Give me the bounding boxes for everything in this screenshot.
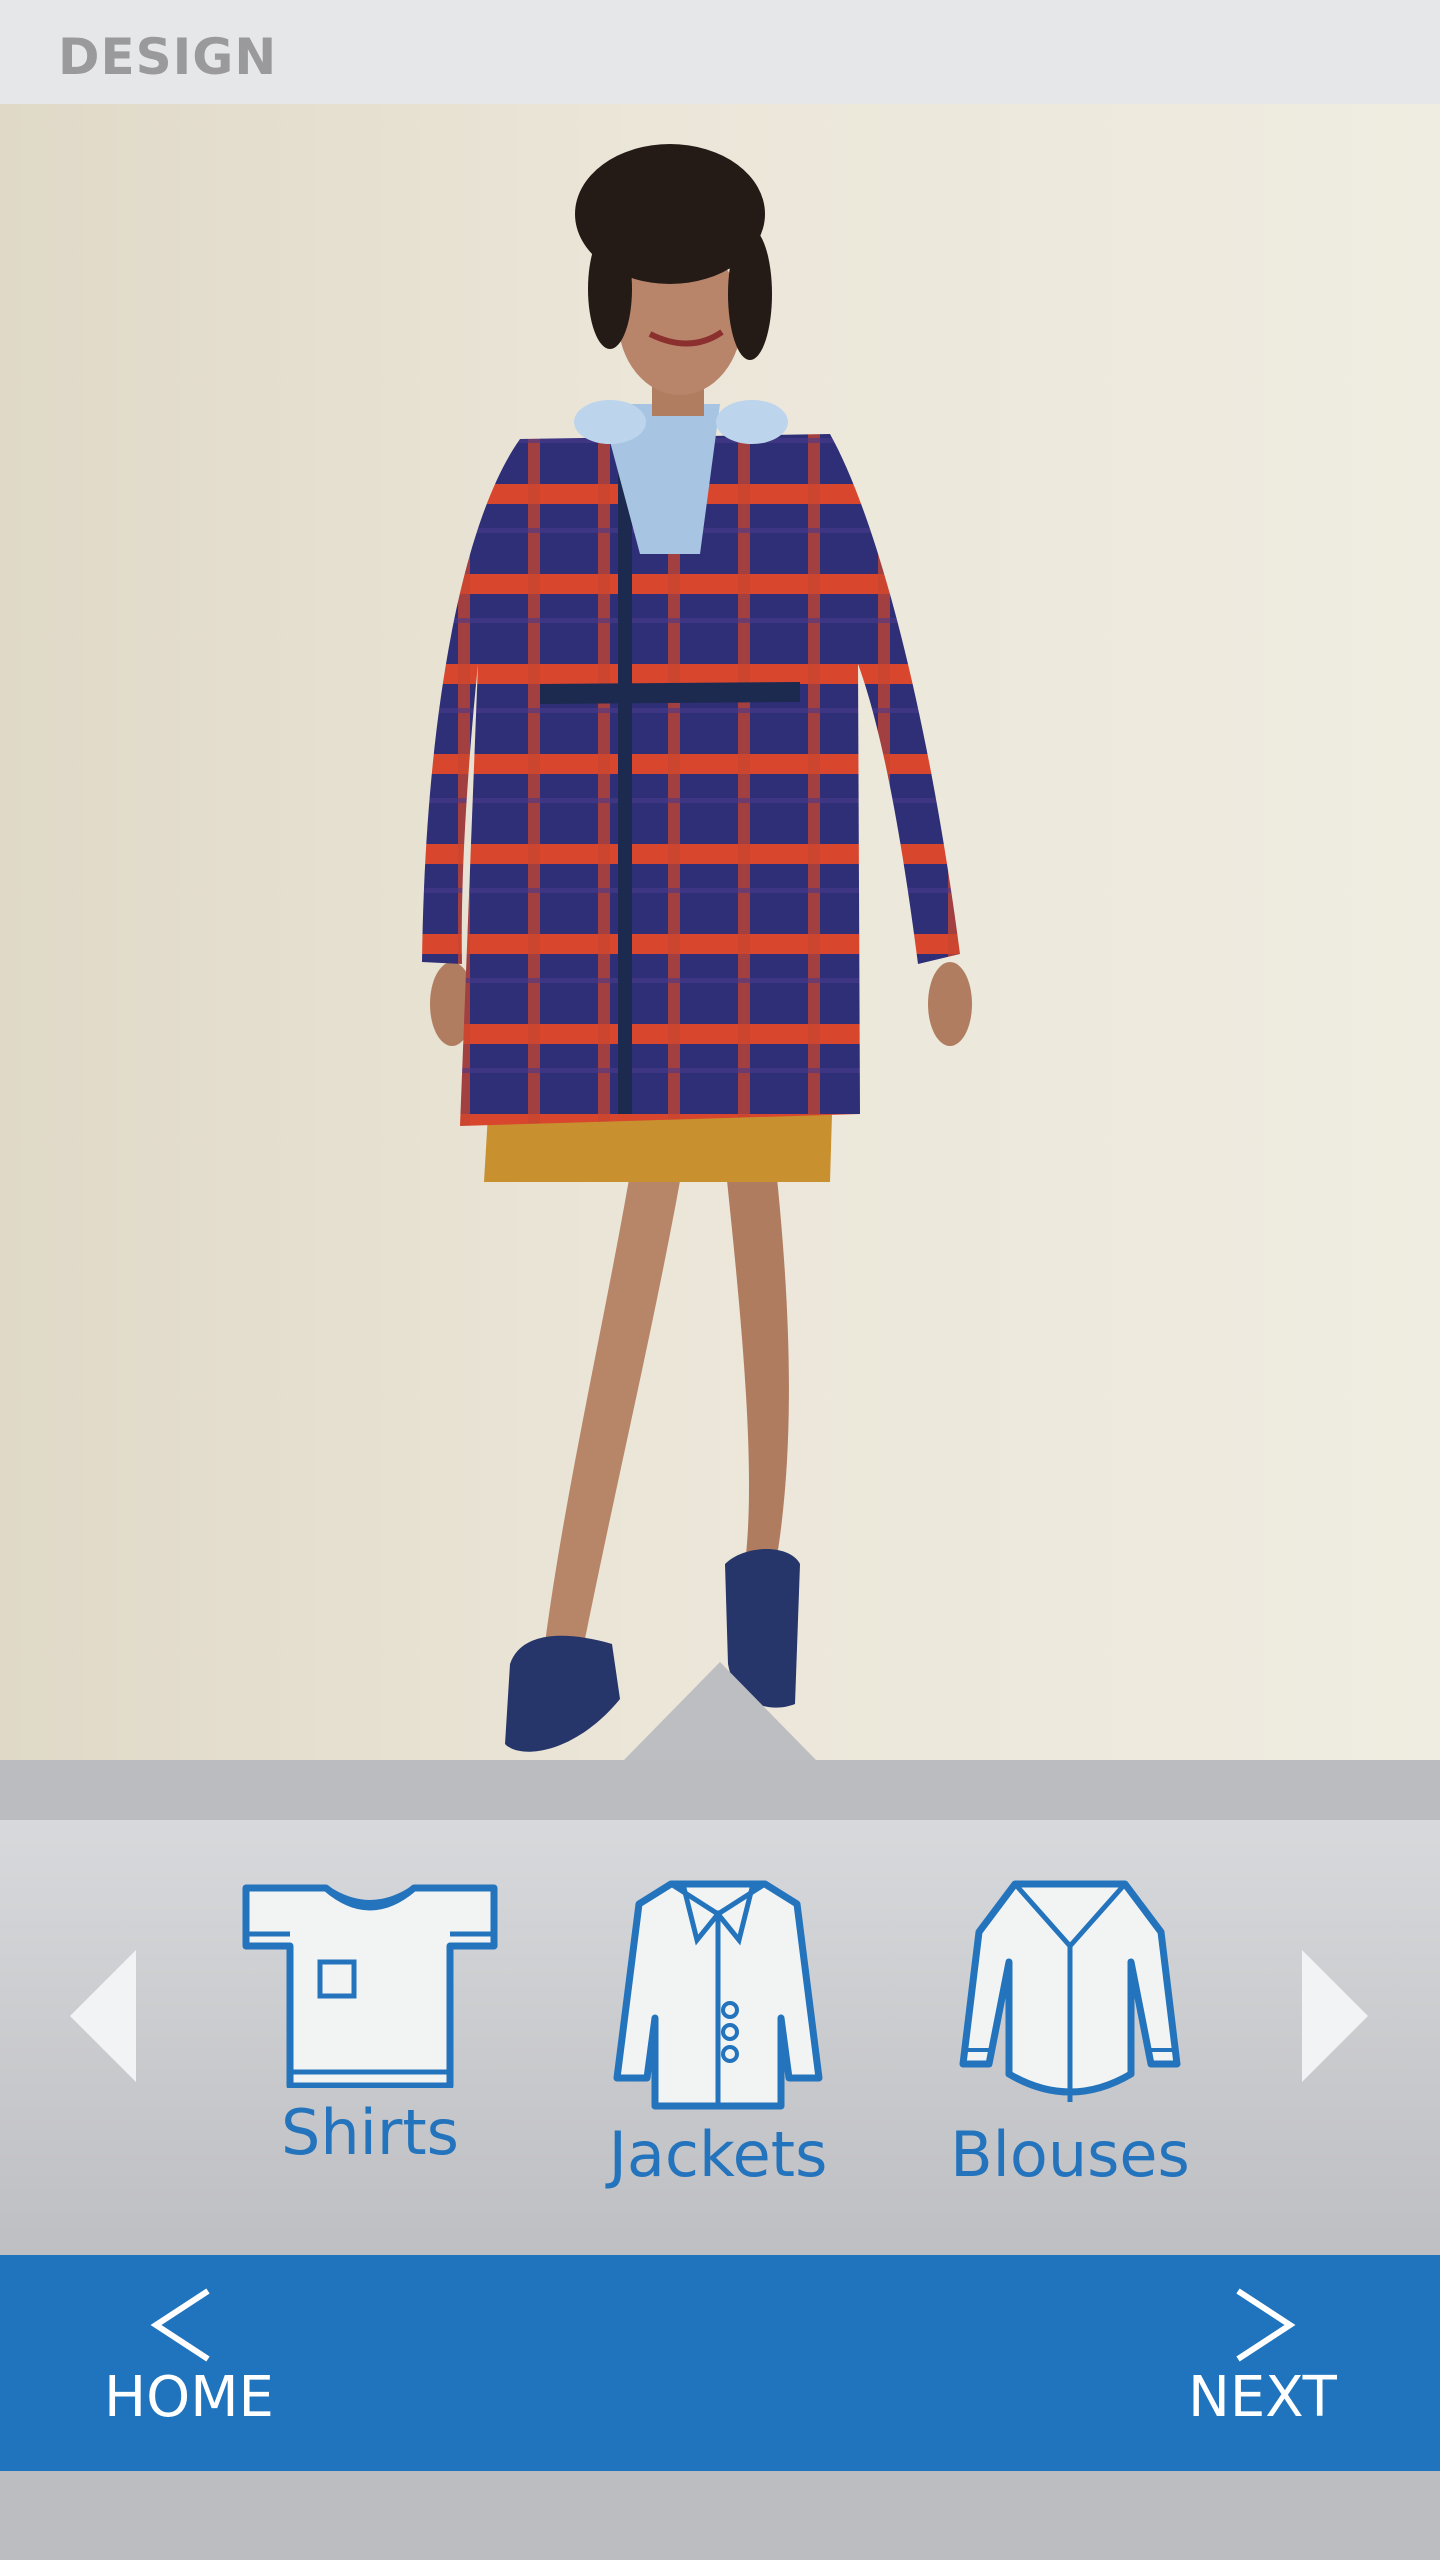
triangle-right-icon[interactable] <box>1302 1950 1368 2082</box>
selection-pointer <box>624 1662 816 1760</box>
category-blouses[interactable]: Blouses <box>930 1878 1210 2218</box>
bottom-spacer <box>0 2471 1440 2560</box>
category-shirts[interactable]: Shirts <box>230 1878 510 2218</box>
home-button[interactable]: HOME <box>104 2285 274 2430</box>
blouse-icon <box>959 1880 1181 2102</box>
home-label: HOME <box>104 2365 274 2430</box>
category-label-shirts: Shirts <box>281 2096 459 2169</box>
t-shirt-icon <box>242 1884 498 2088</box>
category-label-jackets: Jackets <box>608 2118 828 2191</box>
triangle-left-icon[interactable] <box>70 1950 136 2082</box>
product-photo <box>0 104 1440 1760</box>
jacket-icon <box>613 1880 823 2110</box>
chevron-right-icon <box>1236 2288 1296 2362</box>
chevron-left-icon <box>150 2288 210 2362</box>
category-jackets[interactable]: Jackets <box>578 1878 858 2218</box>
next-button[interactable]: NEXT <box>1188 2285 1337 2430</box>
model-image <box>422 144 972 1752</box>
category-selector: Shirts Jackets Blouses <box>0 1820 1440 2255</box>
next-label: NEXT <box>1188 2365 1337 2430</box>
divider-band <box>0 1760 1440 1820</box>
page-title: DESIGN <box>58 28 278 86</box>
bottom-nav: HOME NEXT <box>0 2255 1440 2471</box>
category-label-blouses: Blouses <box>950 2118 1190 2191</box>
top-bar: DESIGN <box>0 0 1440 104</box>
